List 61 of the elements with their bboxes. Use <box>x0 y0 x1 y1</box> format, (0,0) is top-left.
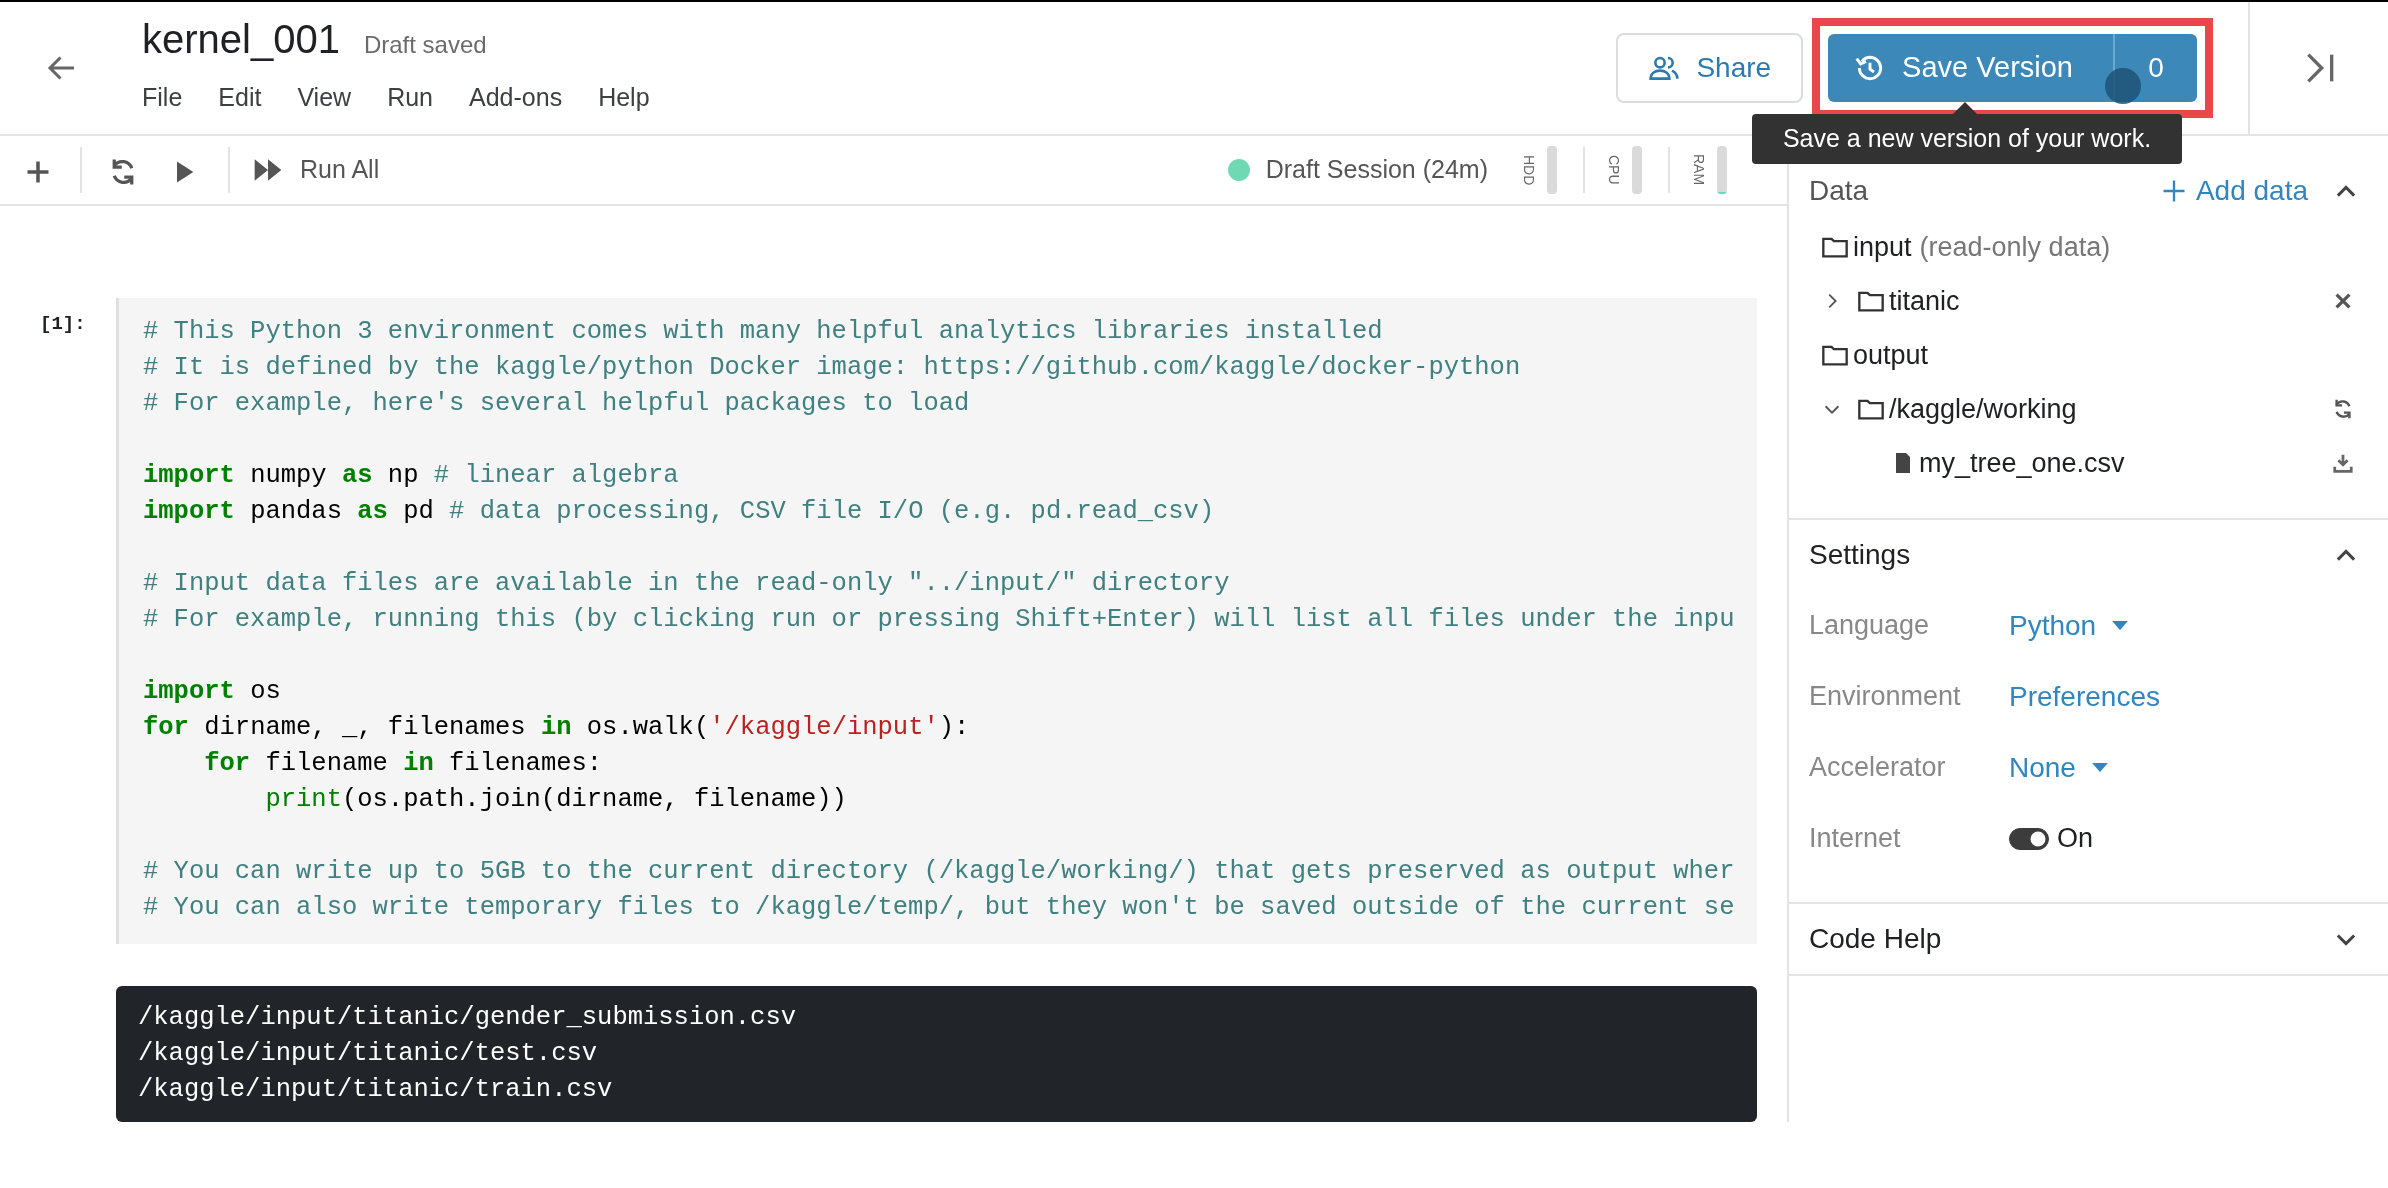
file-name[interactable]: my_tree_one.csv <box>1919 442 2125 484</box>
toggle-switch[interactable] <box>2009 827 2049 850</box>
code-line: import numpy as np # linear algebra <box>143 460 680 492</box>
code-line: # This Python 3 environment comes with many helpful analytics libraries installed <box>143 316 1384 348</box>
caret-down-icon <box>2091 763 2108 772</box>
menu-item[interactable]: File <box>142 79 183 117</box>
menu-item[interactable]: Run <box>387 79 433 117</box>
code-line: for filename in filenames: <box>203 748 604 780</box>
download-icon <box>2332 452 2354 474</box>
folder-name[interactable]: /kaggle/working <box>1889 388 2077 430</box>
folder-name[interactable]: output <box>1853 334 1929 376</box>
refresh-icon <box>2332 398 2354 420</box>
menu-item[interactable]: Help <box>598 79 650 117</box>
section-title: Settings <box>1809 538 1911 572</box>
tooltip: Save a new version of your work. <box>1752 114 2182 164</box>
toggle-label: On <box>2057 822 2094 856</box>
folder-name[interactable]: input <box>1853 226 1912 268</box>
code-line: # You can also write temporary files to /kaggle/temp/, but they won't be saved outside of the current se <box>143 892 1736 924</box>
setting-label: Accelerator <box>1809 751 1947 785</box>
section-title: Code Help <box>1809 922 1942 956</box>
save-version-button[interactable]: Save Version <box>1828 34 2113 102</box>
caret-down-icon <box>2112 621 2129 630</box>
setting-label: Language <box>1809 609 1931 643</box>
code-cell[interactable] <box>116 298 1757 944</box>
run-all-button[interactable]: Run All <box>252 151 380 189</box>
menu-item[interactable]: Add-ons <box>469 79 563 117</box>
meter-label: CPU <box>1605 155 1623 185</box>
refresh-button[interactable] <box>2332 398 2354 420</box>
notebook-title: kernel_001 <box>142 19 340 60</box>
output-line: /kaggle/input/titanic/test.csv <box>138 1038 599 1070</box>
menu-item[interactable]: Edit <box>218 79 262 117</box>
setting-dropdown[interactable]: None <box>2009 746 2108 789</box>
download-button[interactable] <box>2332 452 2354 474</box>
code-line: import pandas as pd # data processing, CSV file I/O (e.g. pd.read_csv) <box>143 496 1216 528</box>
add-data-button[interactable]: Add data <box>2159 170 2308 212</box>
save-status: Draft saved <box>363 30 487 61</box>
folder-note: (read-only data) <box>1919 230 2111 264</box>
tooltip-arrow <box>1953 102 1977 114</box>
code-line: # It is defined by the kaggle/python Docker image: https://github.com/kaggle/docker-python <box>143 352 1522 384</box>
setting-label: Environment <box>1809 680 1962 714</box>
code-line: # For example, running this (by clicking run or pressing Shift+Enter) will list all files under the inpu <box>143 604 1736 636</box>
meter-label: HDD <box>1520 154 1538 186</box>
section-title: Data <box>1809 174 1869 208</box>
setting-link[interactable]: Preferences <box>2009 675 2160 718</box>
share-button[interactable]: Share <box>1616 33 1804 103</box>
code-line: # For example, here's several helpful packages to load <box>143 388 971 420</box>
setting-dropdown[interactable]: Python <box>2009 604 2129 647</box>
code-line: import os <box>143 676 282 708</box>
meter-label: RAM <box>1690 154 1708 186</box>
setting-label: Internet <box>1809 822 1902 856</box>
cell-prompt: [1]: <box>39 312 87 337</box>
code-line: # You can write up to 5GB to the current directory (/kaggle/working/) that gets preserved as output wher <box>143 856 1736 888</box>
code-line: for dirname, _, filenames in os.walk('/kaggle/input'): <box>143 712 971 744</box>
session-label: Draft Session (24m) <box>1265 154 1488 186</box>
code-line: print(os.path.join(dirname, filename)) <box>264 784 848 816</box>
code-line: # Input data files are available in the read-only "../input/" directory <box>143 568 1231 600</box>
output-line: /kaggle/input/titanic/train.csv <box>138 1074 614 1106</box>
session-status-dot <box>1227 159 1250 181</box>
output-line: /kaggle/input/titanic/gender_submission.csv <box>138 1002 797 1034</box>
folder-name[interactable]: titanic <box>1889 280 1960 322</box>
menu-item[interactable]: View <box>297 79 352 117</box>
